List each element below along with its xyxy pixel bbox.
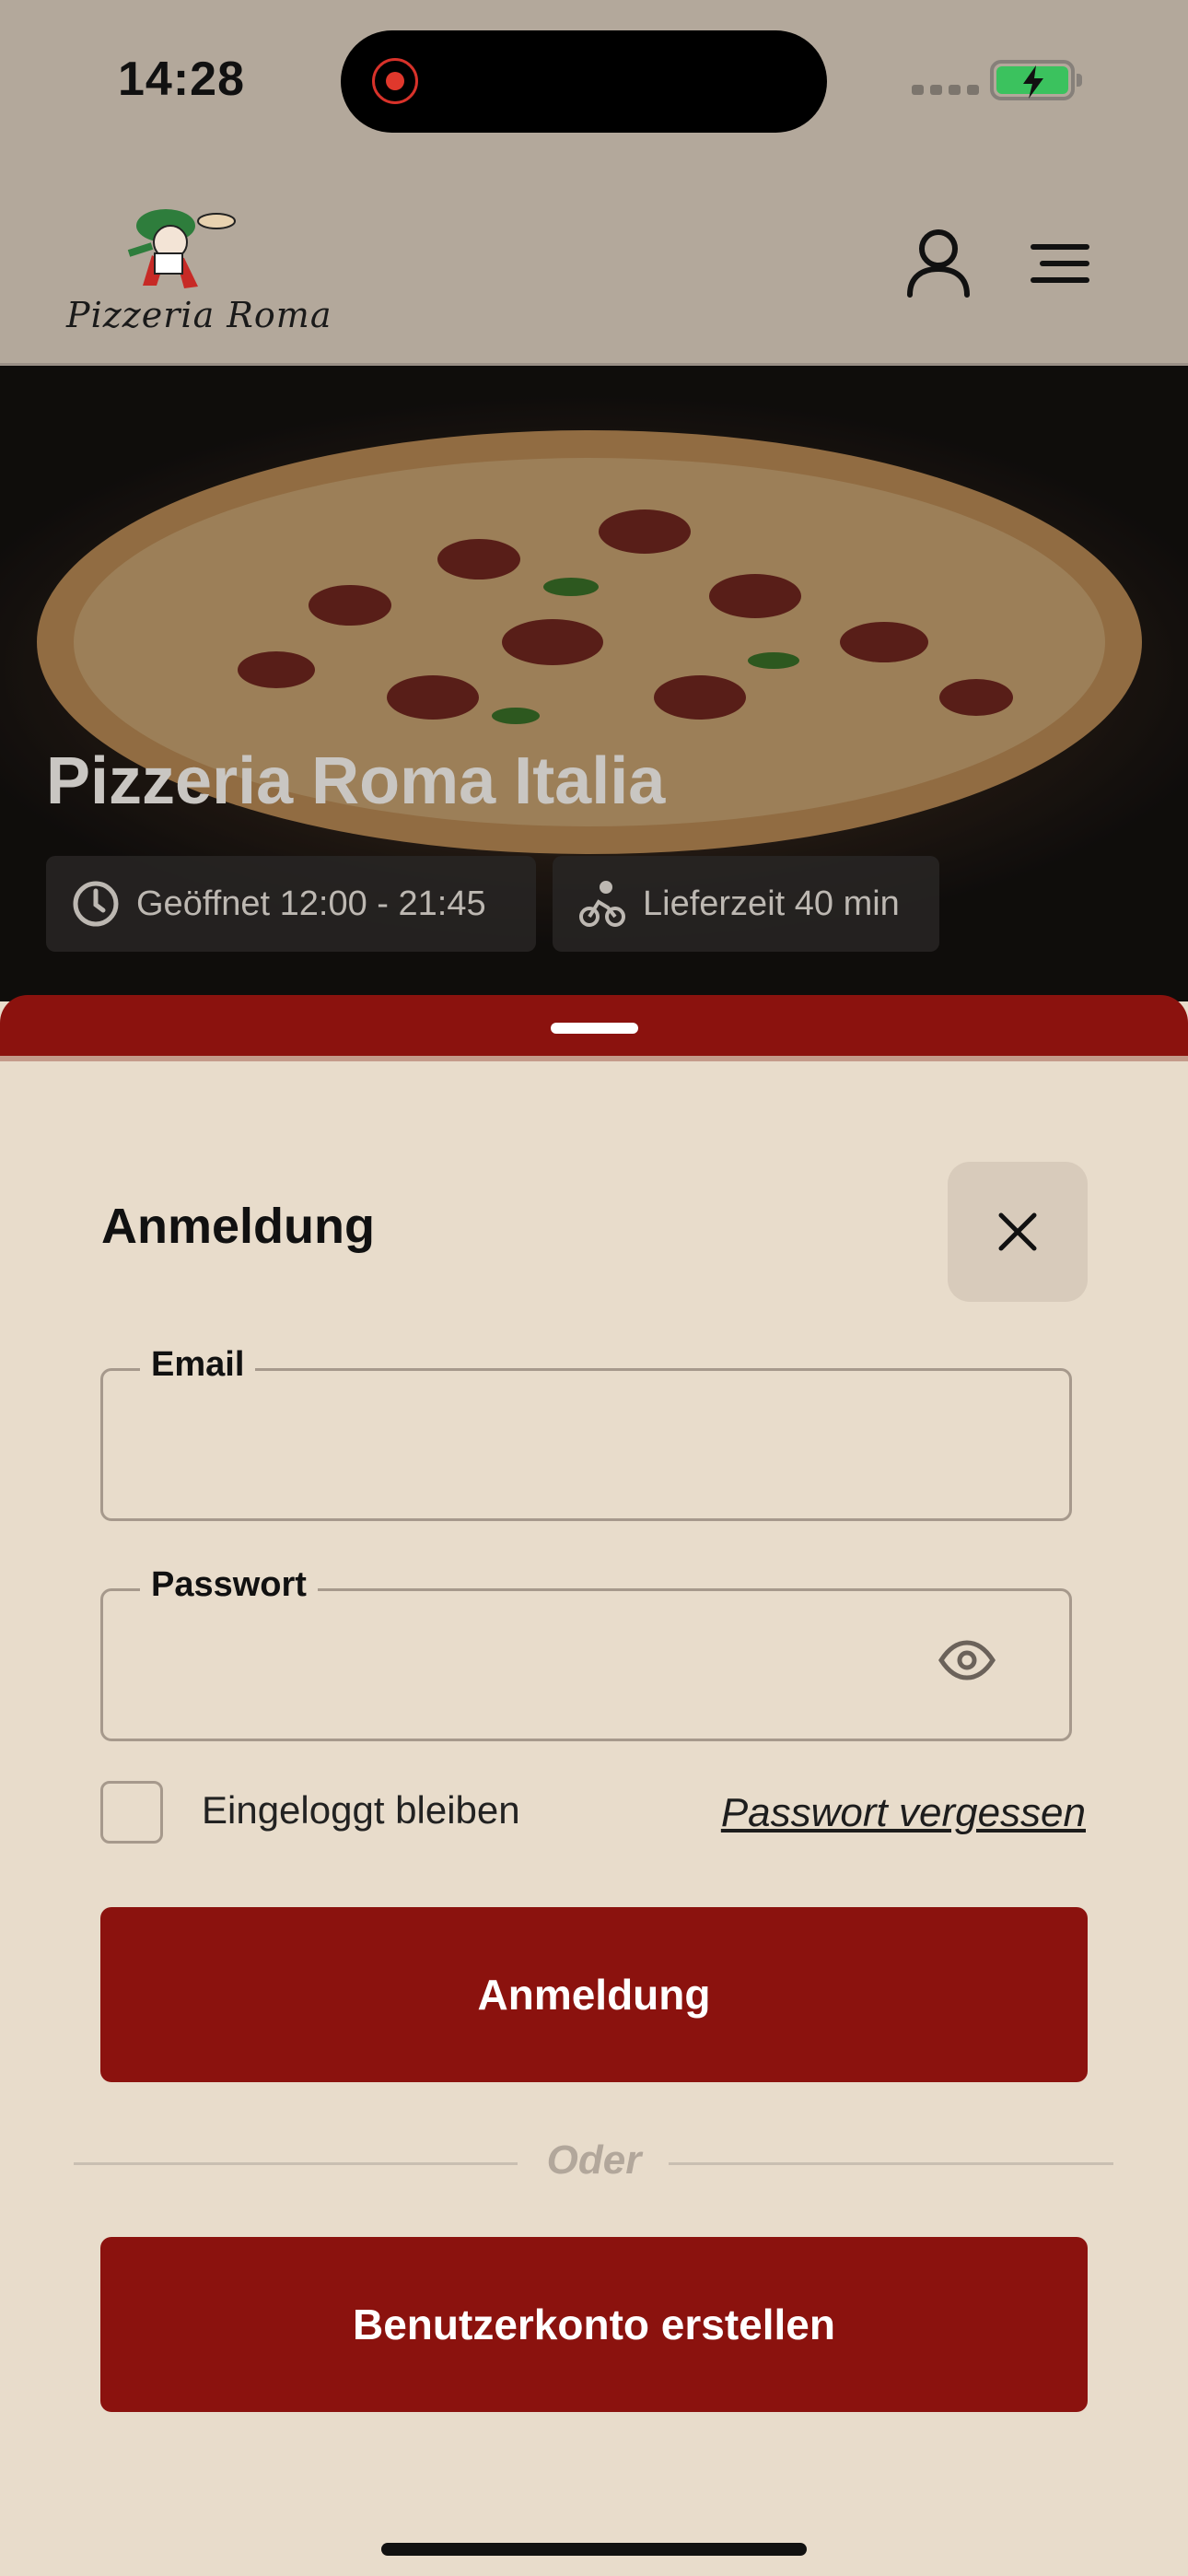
status-bar: 14:28 <box>0 0 1188 166</box>
hamburger-menu-icon[interactable] <box>1030 243 1090 288</box>
delivery-time-text: Lieferzeit 40 min <box>643 884 900 923</box>
login-title: Anmeldung <box>101 1199 375 1254</box>
battery-icon <box>990 60 1082 100</box>
recording-indicator-icon <box>372 58 418 104</box>
opening-hours-text: Geöffnet 12:00 - 21:45 <box>136 884 486 923</box>
remember-me-label[interactable]: Eingeloggt bleiben <box>202 1788 520 1832</box>
restaurant-name: Pizzeria Roma Italia <box>46 744 666 818</box>
home-indicator[interactable] <box>381 2543 807 2556</box>
sheet-grabber[interactable] <box>551 1023 638 1034</box>
user-account-icon[interactable] <box>904 227 973 305</box>
email-label: Email <box>140 1345 256 1385</box>
or-divider-text: Oder <box>546 2137 642 2183</box>
login-button[interactable]: Anmeldung <box>100 1907 1088 2082</box>
show-password-icon[interactable] <box>938 1639 996 1686</box>
divider-left <box>74 2162 518 2165</box>
clock-icon <box>73 881 119 927</box>
close-icon <box>998 1212 1037 1251</box>
hero-banner: Pizzeria Roma Italia Geöffnet 12:00 - 21… <box>0 366 1188 1001</box>
password-label: Passwort <box>140 1565 318 1605</box>
dynamic-island <box>341 30 827 133</box>
close-button[interactable] <box>948 1162 1088 1302</box>
signal-icon <box>912 85 979 95</box>
forgot-password-link[interactable]: Passwort vergessen <box>721 1790 1086 1836</box>
email-field[interactable]: Email <box>100 1345 1072 1521</box>
app-header: Pizzeria Roma <box>0 166 1188 366</box>
password-input[interactable] <box>131 1628 963 1704</box>
divider-right <box>669 2162 1113 2165</box>
create-account-button[interactable]: Benutzerkonto erstellen <box>100 2237 1088 2412</box>
delivery-time-chip: Lieferzeit 40 min <box>553 856 939 952</box>
sheet-handle-bar[interactable] <box>0 995 1188 1061</box>
opening-hours-chip: Geöffnet 12:00 - 21:45 <box>46 856 536 952</box>
status-time: 14:28 <box>118 53 245 106</box>
password-field[interactable]: Passwort <box>100 1565 1072 1741</box>
bike-delivery-icon <box>579 881 625 927</box>
email-input[interactable] <box>131 1408 963 1483</box>
remember-me-checkbox[interactable] <box>100 1781 163 1844</box>
logo-text: Pizzeria Roma <box>66 295 332 335</box>
